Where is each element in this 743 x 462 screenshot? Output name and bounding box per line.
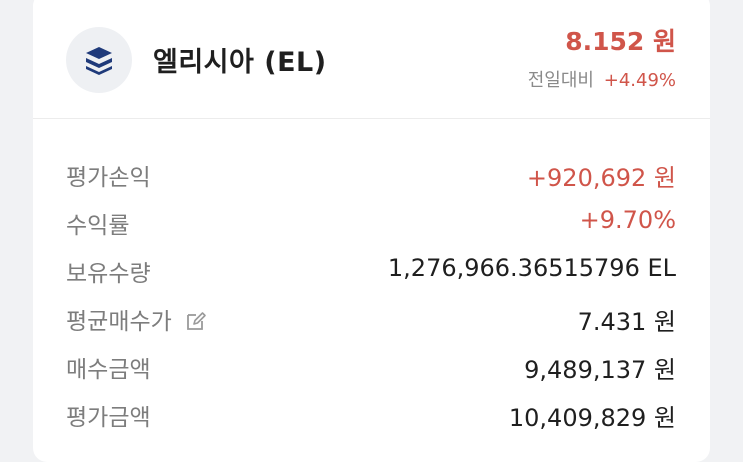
holding-details: 평가손익 +920,692 원 수익률 +9.70% 보유수량 1,276,96…	[66, 152, 676, 440]
daily-change-label: 전일대비	[527, 70, 594, 91]
current-price: 8.152 원	[565, 27, 676, 56]
detail-row-avg-price: 평균매수가 7.431 원	[66, 296, 676, 344]
detail-value: 7.431 원	[577, 308, 676, 336]
detail-row-profit: 평가손익 +920,692 원	[66, 152, 676, 200]
detail-value: 1,276,966.36515796 EL	[387, 254, 676, 282]
coin-logo	[66, 27, 132, 93]
detail-label: 수익률	[66, 213, 130, 239]
detail-row-eval-amount: 평가금액 10,409,829 원	[66, 392, 676, 440]
detail-label-wrapper: 평균매수가	[66, 302, 207, 336]
edit-icon[interactable]	[185, 310, 207, 332]
detail-row-return-rate: 수익률 +9.70%	[66, 200, 676, 248]
detail-row-quantity: 보유수량 1,276,966.36515796 EL	[66, 248, 676, 296]
detail-value: +9.70%	[579, 206, 676, 234]
detail-value: +920,692 원	[526, 164, 676, 192]
daily-change: 전일대비 +4.49%	[528, 66, 676, 92]
detail-row-buy-amount: 매수금액 9,489,137 원	[66, 344, 676, 392]
coin-header: 엘리시아 (EL) 8.152 원 전일대비 +4.49%	[33, 0, 710, 119]
detail-value: 10,409,829 원	[508, 404, 676, 432]
detail-label: 평가손익	[66, 165, 151, 191]
detail-label: 보유수량	[66, 261, 151, 287]
detail-label: 매수금액	[66, 357, 151, 383]
holding-card: 엘리시아 (EL) 8.152 원 전일대비 +4.49% 평가손익 +920,…	[33, 0, 710, 462]
elysia-stack-logo-icon	[86, 47, 112, 75]
daily-change-value: +4.49%	[603, 70, 676, 91]
detail-label: 평가금액	[66, 405, 151, 431]
coin-name: 엘리시아 (EL)	[153, 47, 327, 78]
detail-label: 평균매수가	[66, 309, 172, 335]
detail-value: 9,489,137 원	[524, 356, 676, 384]
